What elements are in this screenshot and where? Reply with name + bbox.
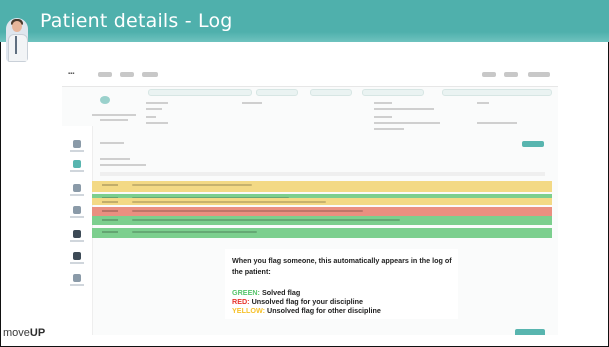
filter-label — [100, 164, 146, 166]
slide-title: Patient details - Log — [40, 10, 233, 32]
sidebar-icon[interactable] — [73, 230, 81, 238]
sidebar-icon[interactable] — [73, 140, 81, 148]
legend-key: GREEN: — [232, 288, 260, 297]
row-date — [102, 184, 118, 186]
row-date — [102, 210, 118, 212]
legend-intro: When you flag someone, this automaticall… — [232, 256, 452, 276]
app-sidebar — [62, 126, 93, 335]
sidebar-label — [70, 240, 84, 242]
row-date — [102, 219, 118, 221]
legend-item-green: GREEN: Solved flag — [232, 288, 300, 297]
sidebar-label — [70, 262, 84, 264]
legend-item-yellow: YELLOW: Unsolved flag for other discipli… — [232, 306, 381, 315]
sidebar-icon[interactable] — [73, 184, 81, 192]
log-table-header — [100, 172, 545, 176]
legend-text: Unsolved flag for your discipline — [249, 297, 363, 306]
sidebar-label — [70, 284, 84, 286]
user-menu[interactable] — [528, 72, 550, 77]
legend-key: RED: — [232, 297, 250, 306]
nav-item[interactable] — [504, 72, 518, 77]
legend-item-red: RED: Unsolved flag for your discipline — [232, 297, 363, 306]
patient-profile-summary — [92, 88, 558, 134]
sidebar-label — [70, 216, 84, 218]
nav-item[interactable] — [142, 72, 158, 77]
flag-legend-box: When you flag someone, this automaticall… — [225, 249, 458, 319]
sidebar-label — [70, 170, 84, 172]
save-button[interactable] — [515, 329, 545, 335]
moveup-logo: moveUP — [3, 327, 45, 339]
sidebar-label — [70, 150, 84, 152]
legend-text: Unsolved flag for other discipline — [265, 306, 381, 315]
row-text — [132, 201, 326, 203]
row-text — [132, 231, 257, 233]
sidebar-icon[interactable] — [73, 274, 81, 282]
tab-log[interactable] — [100, 142, 124, 144]
sidebar-label — [70, 194, 84, 196]
row-text — [132, 184, 252, 186]
sidebar-icon[interactable] — [73, 206, 81, 214]
doctor-avatar-icon — [6, 18, 28, 62]
row-date — [102, 231, 118, 233]
row-date — [102, 201, 118, 203]
log-row-yellow[interactable] — [92, 198, 552, 205]
log-row-yellow[interactable] — [92, 181, 552, 192]
sidebar-icon[interactable] — [73, 252, 81, 260]
app-top-nav: ▪▪▪ — [62, 66, 558, 87]
row-text — [132, 219, 400, 221]
log-row-red[interactable] — [92, 207, 552, 216]
legend-key: YELLOW: — [232, 306, 266, 315]
row-text — [132, 210, 363, 212]
app-brand-logo: ▪▪▪ — [68, 71, 75, 77]
legend-text: Solved flag — [259, 288, 301, 297]
filter-label — [100, 158, 130, 160]
sidebar-icon[interactable] — [73, 160, 81, 168]
nav-item[interactable] — [120, 72, 134, 77]
nav-item[interactable] — [98, 72, 112, 77]
logo-suffix: UP — [29, 327, 46, 339]
log-tabs — [100, 140, 540, 150]
nav-item[interactable] — [482, 72, 496, 77]
log-row-green[interactable] — [92, 228, 552, 238]
log-row-green[interactable] — [92, 216, 552, 225]
add-log-button[interactable] — [522, 141, 544, 147]
logo-prefix: move — [3, 327, 30, 339]
